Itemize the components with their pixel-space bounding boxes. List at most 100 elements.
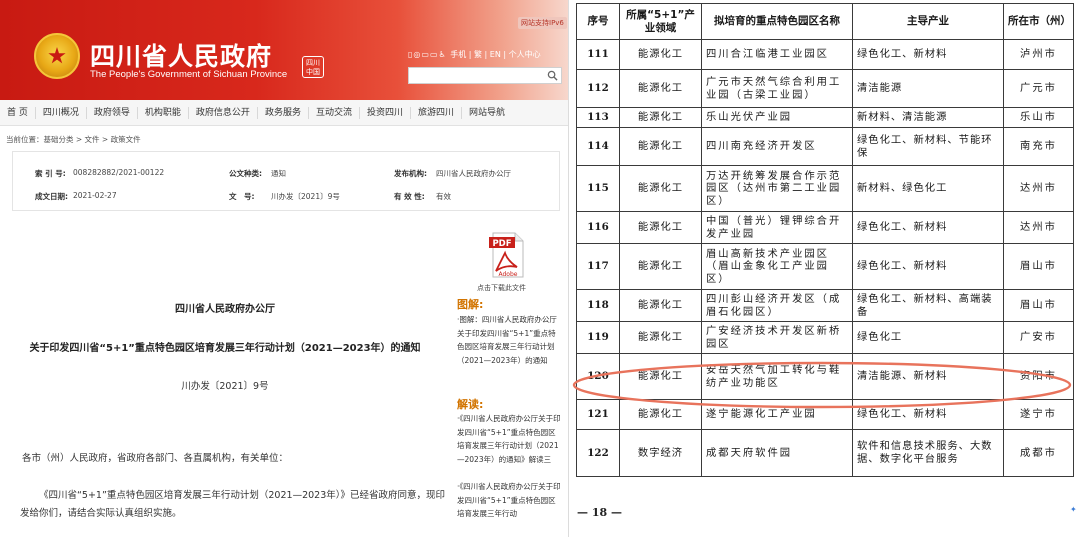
tujie-link[interactable]: ·图解：四川省人民政府办公厅关于印发四川省“5+1”重点特色园区培育发展三年行动… [457,313,563,367]
seal-logo-icon: 四川 中国 [302,56,324,78]
table-row: 114 能源化工 四川南充经济开发区 绿色化工、新材料、节能环保 南充市 [576,127,1074,166]
main-nav: 首 页 四川概况 政府领导 机构职能 政府信息公开 政务服务 互动交流 投资四川… [0,100,568,126]
pdf-download-link[interactable]: 点击下载此文件 [477,283,526,293]
nav-item-interaction[interactable]: 互动交流 [309,106,360,119]
table-body: 111 能源化工 四川合江临港工业园区 绿色化工、新材料 泸州市 112 能源化工 广元市天然… [576,39,1074,477]
row-field: 能源化工 [619,211,702,244]
row-field: 能源化工 [619,39,702,70]
row-park-name: 安岳天然气加工转化与鞋纺产业功能区 [701,353,853,400]
nav-item-leaders[interactable]: 政府领导 [87,106,138,119]
meta-issuer-value: 四川省人民政府办公厅 [436,169,511,178]
nav-item-overview[interactable]: 四川概况 [36,106,87,119]
meta-type-label: 公文种类: [229,169,262,178]
scanned-table-panel: 序号 所属“5+1”产业领域 拟培育的重点特色园区名称 主导产业 所在市（州） … [569,0,1080,537]
row-field: 数字经济 [619,429,702,477]
nav-item-functions[interactable]: 机构职能 [138,106,189,119]
header-field: 所属“5+1”产业领域 [619,3,702,40]
site-title[interactable]: 四川省人民政府 [90,37,272,73]
row-industry: 绿色化工、新材料 [852,243,1004,290]
table-header-row: 序号 所属“5+1”产业领域 拟培育的重点特色园区名称 主导产业 所在市（州） [576,3,1074,40]
row-city: 广元市 [1003,69,1074,108]
row-park-name: 成都天府软件园 [701,429,853,477]
nav-item-tourism[interactable]: 旅游四川 [411,106,462,119]
row-field: 能源化工 [619,353,702,400]
nav-item-home[interactable]: 首 页 [0,106,36,119]
meta-index-label: 索 引 号: [35,169,66,178]
row-city: 资阳市 [1003,353,1074,400]
row-city: 成都市 [1003,429,1074,477]
row-field: 能源化工 [619,399,702,430]
table-row: 121 能源化工 遂宁能源化工产业园 绿色化工、新材料 遂宁市 [576,399,1074,430]
site-header: 四川省人民政府 The People's Government of Sichu… [0,0,568,100]
row-city: 南充市 [1003,127,1074,166]
nav-item-invest[interactable]: 投资四川 [360,106,411,119]
table-row: 111 能源化工 四川合江临港工业园区 绿色化工、新材料 泸州市 [576,39,1074,70]
meta-docno-value: 川办发〔2021〕9号 [271,192,340,201]
header-industry: 主导产业 [852,3,1004,40]
national-emblem-icon [34,33,80,79]
row-city: 广安市 [1003,321,1074,354]
row-city: 眉山市 [1003,289,1074,322]
header-park: 拟培育的重点特色园区名称 [701,3,853,40]
table-row: 116 能源化工 中国（普光）锂钾综合开发产业园 绿色化工、新材料 达州市 [576,211,1074,244]
row-number: 114 [576,127,620,166]
row-city: 达州市 [1003,211,1074,244]
row-park-name: 广元市天然气综合利用工业园（古梁工业园） [701,69,853,108]
row-city: 泸州市 [1003,39,1074,70]
table-row: 119 能源化工 广安经济技术开发区新桥园区 绿色化工 广安市 [576,321,1074,354]
park-table: 序号 所属“5+1”产业领域 拟培育的重点特色园区名称 主导产业 所在市（州） … [576,3,1074,477]
document-body: 《四川省“5+1”重点特色园区培育发展三年行动计划（2021—2023年）》已经… [20,490,445,519]
row-industry: 绿色化工、新材料 [852,39,1004,70]
row-industry: 软件和信息技术服务、大数据、数字化平台服务 [852,429,1004,477]
row-number: 120 [576,353,620,400]
toolbar-links-text[interactable]: 手机 | 繁 | EN | 个人中心 [450,50,540,59]
site-subtitle: The People's Government of Sichuan Provi… [90,69,288,80]
row-number: 121 [576,399,620,430]
row-number: 113 [576,107,620,128]
table-row: 112 能源化工 广元市天然气综合利用工业园（古梁工业园） 清洁能源 广元市 [576,69,1074,108]
gov-webpage-panel: 四川省人民政府 The People's Government of Sichu… [0,0,568,537]
breadcrumb[interactable]: 当前位置：基础分类 > 文件 > 政策文件 [6,134,141,145]
header-toolbar-links[interactable]: ▯◎▭▭♿ 手机 | 繁 | EN | 个人中心 [408,49,541,60]
document-issuer: 四川省人民政府办公厅 [175,304,275,315]
pdf-download-icon[interactable]: PDF Adobe [487,231,527,279]
row-field: 能源化工 [619,289,702,322]
nav-item-sitemap[interactable]: 网站导航 [462,107,512,119]
document-title: 关于印发四川省“5+1”重点特色园区培育发展三年行动计划（2021—2023年）… [29,343,421,354]
jiedu-link-1[interactable]: ·《四川省人民政府办公厅关于印发四川省“5+1”重点特色园区培育发展三年行动计划… [457,412,563,466]
document-number: 川办发〔2021〕9号 [181,381,269,392]
jiedu-link-2[interactable]: ·《四川省人民政府办公厅关于印发四川省“5+1”重点特色园区培育发展三年行动 [457,480,563,521]
pdf-icon-label: PDF [492,239,511,249]
pdf-icon-brand: Adobe [499,271,518,278]
header-no: 序号 [576,3,620,40]
row-industry: 绿色化工、新材料 [852,399,1004,430]
row-industry: 绿色化工 [852,321,1004,354]
row-field: 能源化工 [619,165,702,212]
nav-item-services[interactable]: 政务服务 [258,106,309,119]
row-city: 达州市 [1003,165,1074,212]
row-number: 116 [576,211,620,244]
row-park-name: 万达开统筹发展合作示范园区（达州市第二工业园区） [701,165,853,212]
row-park-name: 眉山高新技术产业园区（眉山金象化工产业园区） [701,243,853,290]
header-city: 所在市（州） [1003,3,1074,40]
row-number: 112 [576,69,620,108]
row-field: 能源化工 [619,321,702,354]
meta-date-label: 成文日期: [35,192,68,201]
row-number: 111 [576,39,620,70]
row-city: 乐山市 [1003,107,1074,128]
document-meta-box: 索 引 号: 008282882/2021-00122 公文种类: 通知 发布机… [12,151,560,211]
row-park-name: 四川彭山经济开发区（成眉石化园区） [701,289,853,322]
search-icon[interactable] [547,70,558,81]
row-city: 眉山市 [1003,243,1074,290]
nav-item-disclosure[interactable]: 政府信息公开 [189,106,258,119]
meta-docno-label: 文 号: [229,192,255,201]
row-park-name: 四川合江临港工业园区 [701,39,853,70]
search-input[interactable] [408,67,562,84]
meta-index-value: 008282882/2021-00122 [73,168,165,177]
accessibility-icons[interactable]: ▯◎▭▭♿ [408,50,450,59]
row-number: 119 [576,321,620,354]
meta-type-value: 通知 [271,169,286,178]
row-city: 遂宁市 [1003,399,1074,430]
row-park-name: 广安经济技术开发区新桥园区 [701,321,853,354]
row-number: 118 [576,289,620,322]
